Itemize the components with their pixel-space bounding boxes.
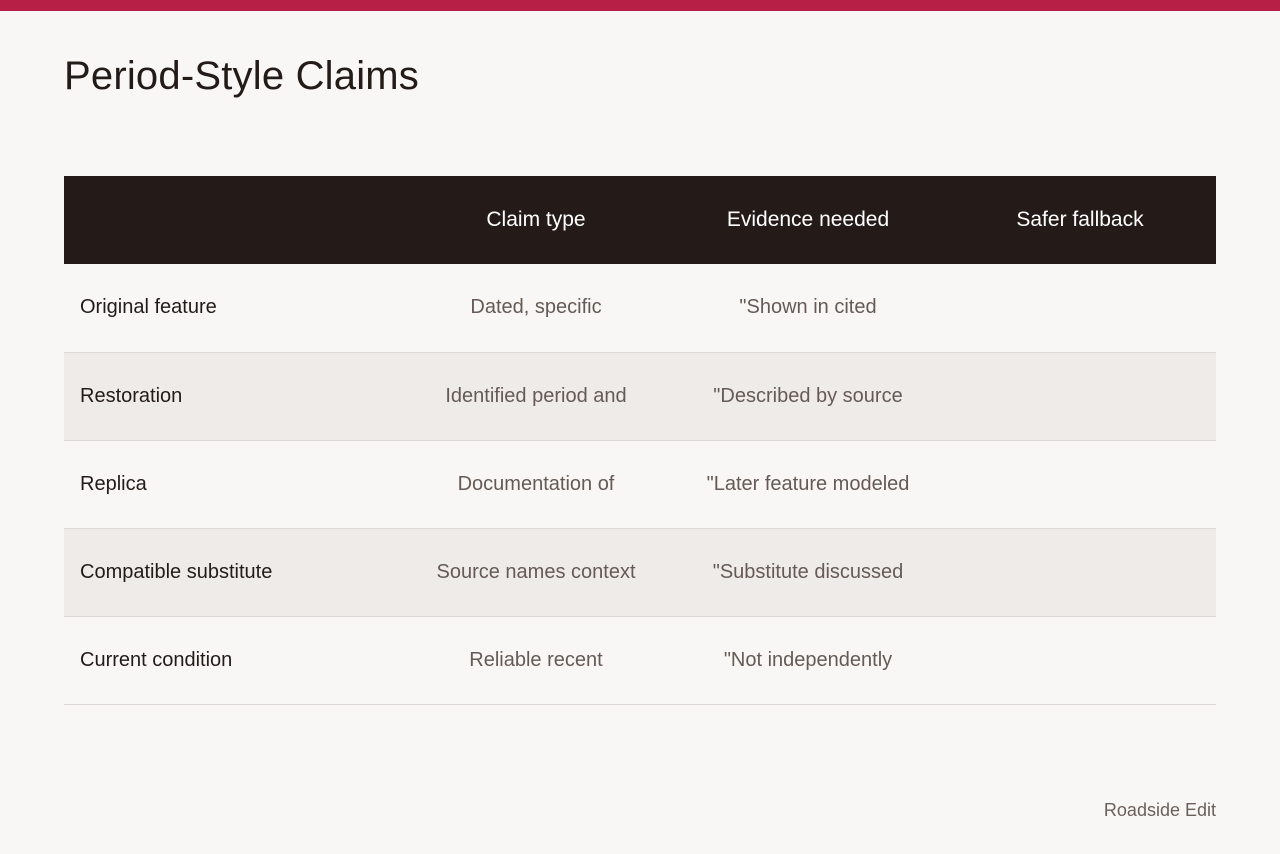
page-title: Period-Style Claims xyxy=(64,54,420,98)
claim-type-cell: Dated, specific xyxy=(470,296,602,319)
row-label: Restoration xyxy=(80,384,183,407)
row-label: Current condition xyxy=(80,648,233,671)
table-row: Compatible substitute Source names conte… xyxy=(64,528,1216,616)
fallback-cell xyxy=(944,352,1216,440)
fallback-cell xyxy=(944,616,1216,704)
evidence-cell: "Described by source xyxy=(713,384,903,407)
table-row: Current condition Reliable recent "Not i… xyxy=(64,616,1216,704)
header-cell-label xyxy=(64,176,400,264)
claim-type-cell: Documentation of xyxy=(457,472,615,495)
footer-brand: Roadside Edit xyxy=(1103,800,1216,820)
claim-type-cell: Identified period and xyxy=(445,384,627,407)
claims-table-container: Claim type Evidence needed Safer fallbac… xyxy=(64,176,1216,705)
row-label: Replica xyxy=(80,472,147,495)
page: Period-Style Claims Claim type Evidence … xyxy=(0,0,1280,854)
table-row: Replica Documentation of "Later feature … xyxy=(64,440,1216,528)
claims-table: Claim type Evidence needed Safer fallbac… xyxy=(64,176,1216,705)
header-cell-safer-fallback: Safer fallback xyxy=(1016,208,1144,231)
claim-type-cell: Source names context xyxy=(436,560,636,583)
fallback-cell xyxy=(944,264,1216,352)
evidence-cell: "Later feature modeled xyxy=(706,472,910,495)
table-header: Claim type Evidence needed Safer fallbac… xyxy=(64,176,1216,264)
evidence-cell: "Substitute discussed xyxy=(712,560,904,583)
fallback-cell xyxy=(944,440,1216,528)
row-label: Compatible substitute xyxy=(80,560,273,583)
table-header-row: Claim type Evidence needed Safer fallbac… xyxy=(64,176,1216,264)
top-accent-bar xyxy=(0,0,1280,11)
evidence-cell: "Not independently xyxy=(723,648,893,671)
claim-type-cell: Reliable recent xyxy=(469,648,603,671)
table-body: Original feature Dated, specific "Shown … xyxy=(64,264,1216,704)
table-row: Original feature Dated, specific "Shown … xyxy=(64,264,1216,352)
evidence-cell: "Shown in cited xyxy=(739,296,877,319)
header-cell-claim-type: Claim type xyxy=(486,208,586,231)
fallback-cell xyxy=(944,528,1216,616)
row-label: Original feature xyxy=(80,296,217,319)
table-row: Restoration Identified period and "Descr… xyxy=(64,352,1216,440)
header-cell-evidence-needed: Evidence needed xyxy=(726,208,890,231)
